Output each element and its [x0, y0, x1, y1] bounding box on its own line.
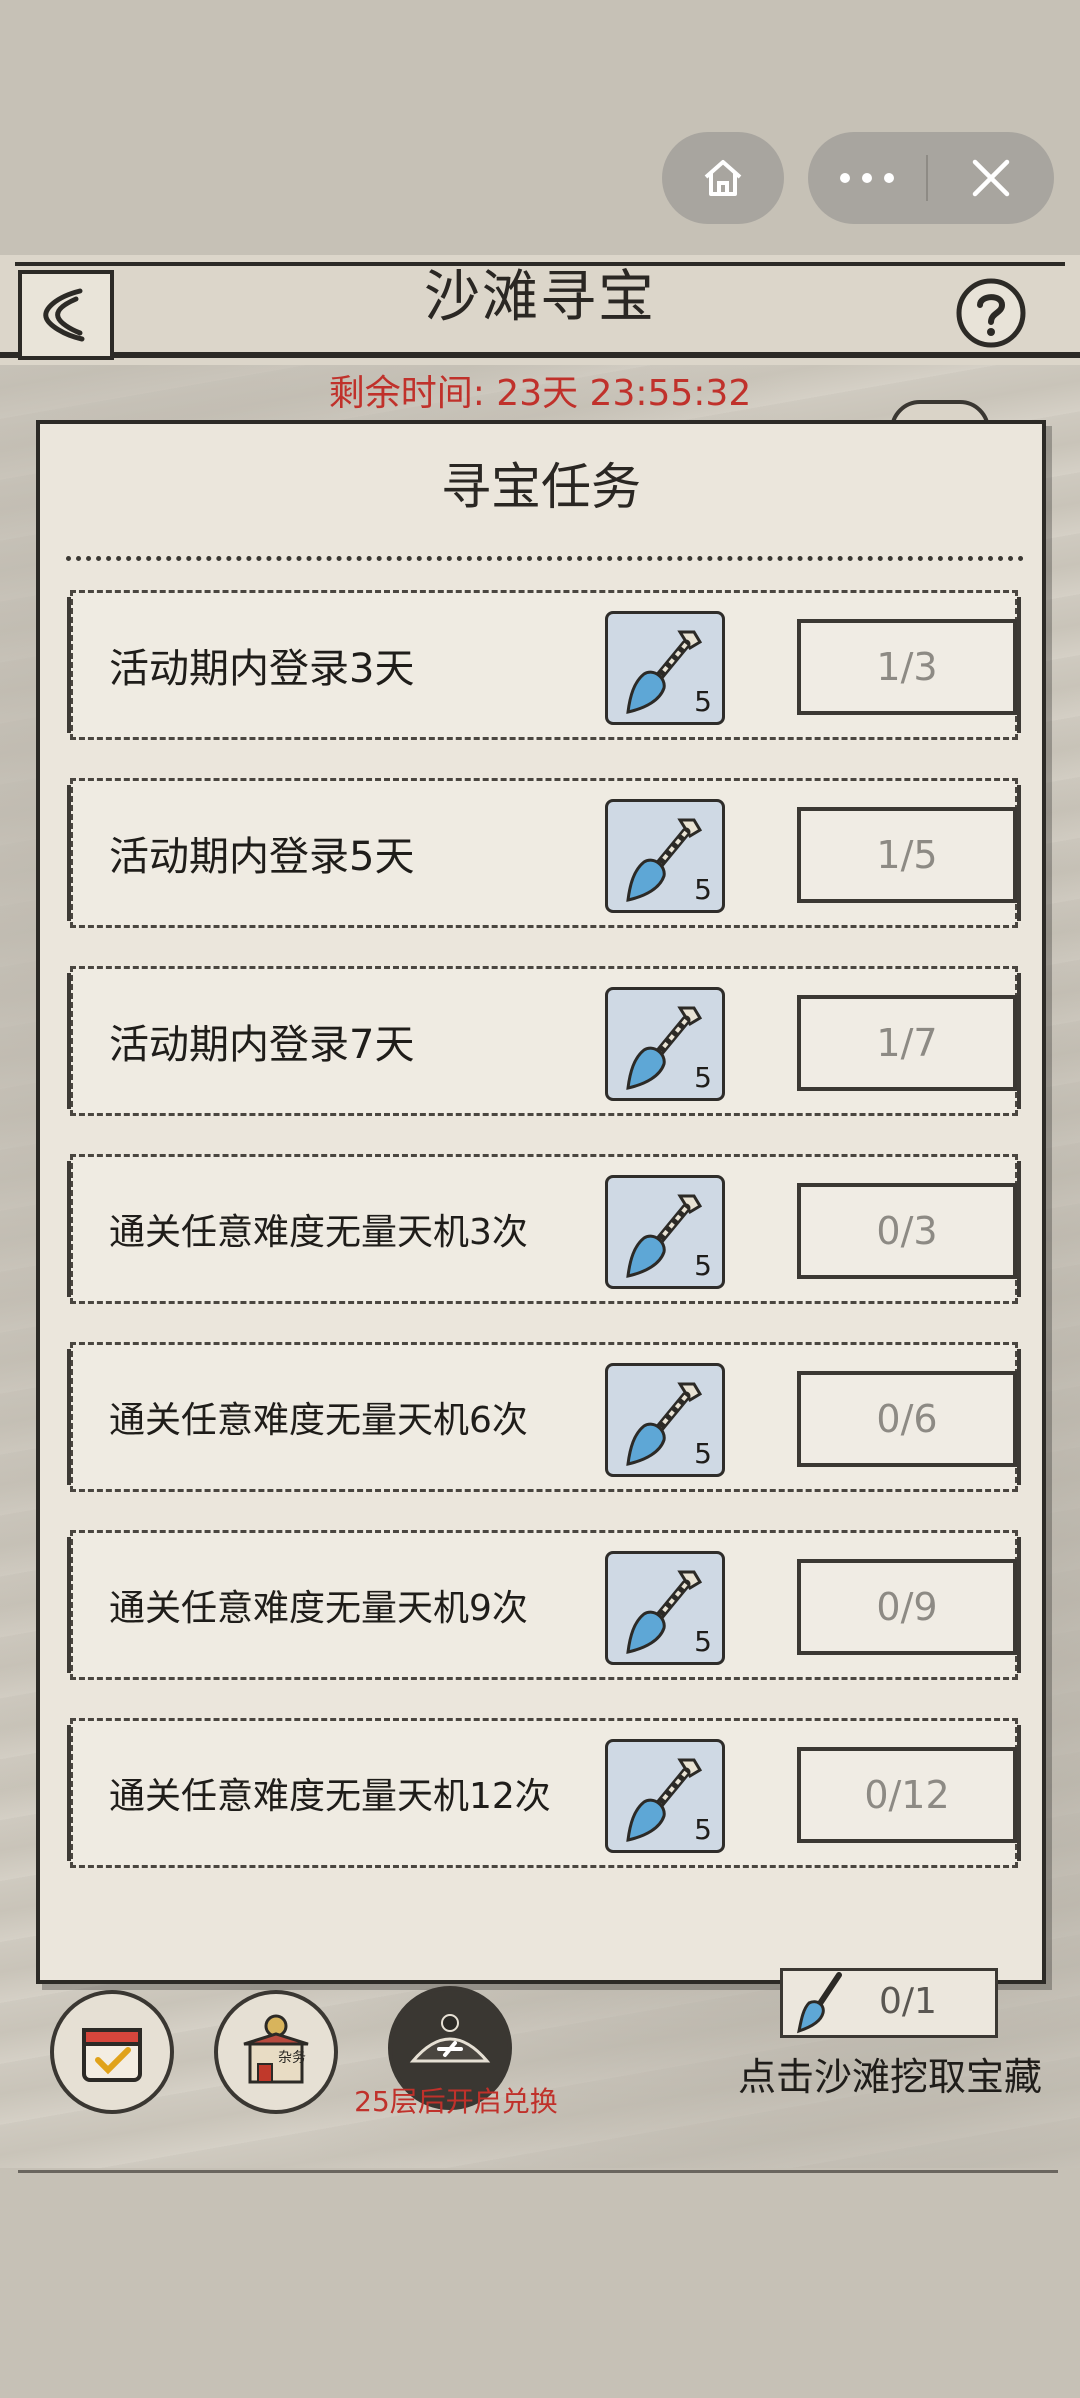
shovel-count: 0/1 [879, 1981, 937, 2022]
reward-item[interactable]: 5 [605, 1551, 725, 1665]
task-progress: 0/6 [797, 1371, 1017, 1467]
dig-hint: 点击沙滩挖取宝藏 [738, 2055, 1043, 2099]
home-button[interactable] [662, 132, 784, 224]
help-button[interactable] [954, 276, 1028, 350]
task-row: 通关任意难度无量天机3次 5 0/3 [67, 1154, 1021, 1304]
task-label: 通关任意难度无量天机9次 [109, 1588, 528, 1629]
header-rule-bottom [0, 352, 1080, 358]
task-progress: 0/3 [797, 1183, 1017, 1279]
reward-count: 5 [694, 1813, 712, 1846]
close-icon [972, 159, 1010, 197]
shop-icon: 杂务 [243, 2014, 309, 2084]
reward-item[interactable]: 5 [605, 987, 725, 1101]
task-row: 通关任意难度无量天机12次 5 0/12 [67, 1718, 1021, 1868]
task-progress: 0/9 [797, 1559, 1017, 1655]
reward-count: 5 [694, 1249, 712, 1282]
task-label: 活动期内登录3天 [109, 646, 415, 692]
task-row: 通关任意难度无量天机6次 5 0/6 [67, 1342, 1021, 1492]
task-dialog: 寻宝任务 活动期内登录3天 5 1/3 活动期内登录5天 5 1/5 活动期内登… [36, 420, 1046, 1984]
question-icon [956, 278, 1026, 348]
task-progress: 1/3 [797, 619, 1017, 715]
task-progress: 1/7 [797, 995, 1017, 1091]
task-row: 活动期内登录3天 5 1/3 [67, 590, 1021, 740]
dialog-title: 寻宝任务 [441, 458, 641, 516]
reward-item[interactable]: 5 [605, 1363, 725, 1477]
shovel-counter: 0/1 [780, 1968, 998, 2038]
task-label: 活动期内登录5天 [109, 834, 415, 880]
shop-sign-text: 杂务 [278, 2050, 306, 2066]
reward-item[interactable]: 5 [605, 799, 725, 913]
task-row: 通关任意难度无量天机9次 5 0/9 [67, 1530, 1021, 1680]
dotted-divider [66, 556, 1024, 561]
page-title: 沙滩寻宝 [424, 265, 656, 330]
task-progress: 0/12 [797, 1747, 1017, 1843]
reward-count: 5 [694, 1625, 712, 1658]
shop-button[interactable]: 杂务 [214, 1990, 338, 2114]
more-button[interactable] [808, 171, 926, 185]
task-label: 通关任意难度无量天机3次 [109, 1212, 528, 1253]
reward-count: 5 [694, 685, 712, 718]
checkin-button[interactable] [50, 1990, 174, 2114]
reward-count: 5 [694, 1437, 712, 1470]
more-icon [840, 173, 894, 183]
calendar-check-icon [82, 2028, 142, 2082]
bottom-rule [18, 2170, 1058, 2173]
task-label: 通关任意难度无量天机12次 [109, 1776, 551, 1817]
close-button[interactable] [928, 156, 1054, 200]
reward-count: 5 [694, 873, 712, 906]
task-label: 活动期内登录7天 [109, 1022, 415, 1068]
reward-item[interactable]: 5 [605, 611, 725, 725]
exchange-caption: 25层后开启兑换 [354, 2085, 558, 2118]
task-progress: 1/5 [797, 807, 1017, 903]
reward-item[interactable]: 5 [605, 1739, 725, 1853]
bottom-area [0, 2168, 1080, 2398]
reward-count: 5 [694, 1061, 712, 1094]
shovel-icon [797, 1972, 842, 2034]
task-row: 活动期内登录5天 5 1/5 [67, 778, 1021, 928]
capsule-menu [808, 132, 1054, 224]
reward-item[interactable]: 5 [605, 1175, 725, 1289]
task-row: 活动期内登录7天 5 1/7 [67, 966, 1021, 1116]
task-label: 通关任意难度无量天机6次 [109, 1400, 528, 1441]
home-icon [704, 160, 742, 196]
